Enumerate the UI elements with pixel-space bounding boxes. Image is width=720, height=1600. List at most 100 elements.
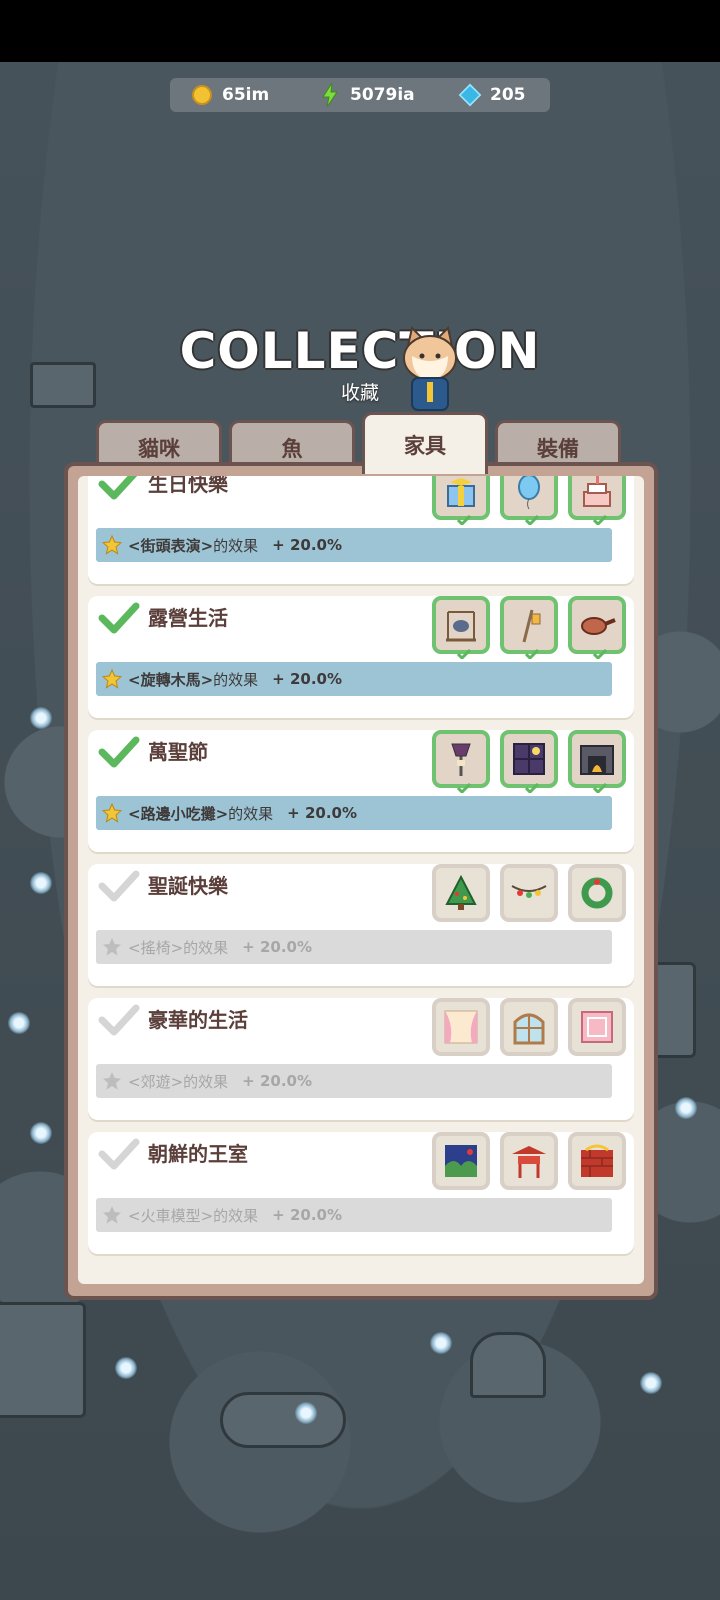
set-effect: <火車模型> 的效果 + 20.0% <box>96 1198 612 1232</box>
set-items <box>432 730 626 793</box>
gift-box-icon[interactable] <box>432 476 490 525</box>
set-items <box>432 1132 626 1190</box>
effect-bonus: + 20.0% <box>272 1206 342 1224</box>
set-name: 聖誕快樂 <box>148 874 228 898</box>
effect-suffix: 的效果 <box>213 1206 259 1225</box>
check-icon <box>98 602 140 634</box>
page-subtitle: 收藏 <box>340 382 379 404</box>
check-icon <box>98 476 138 500</box>
star-icon <box>103 938 121 956</box>
owned-check-icon <box>593 649 607 659</box>
effect-suffix: 的效果 <box>183 1072 229 1091</box>
lightning-icon <box>322 83 338 107</box>
christmas-tree-icon[interactable] <box>432 864 490 922</box>
set-card-camping[interactable]: 露營生活 <旋轉木馬> 的效果 + 20.0% <box>88 596 634 718</box>
effect-target: <火車模型> <box>128 1206 214 1225</box>
gem-value: 205 <box>490 85 526 105</box>
owned-check-icon <box>525 783 539 793</box>
star-icon <box>102 669 122 689</box>
balloon-icon[interactable] <box>500 476 558 525</box>
coin-counter: 65im <box>192 78 269 112</box>
star-icon <box>103 1206 121 1224</box>
street-lamp-icon[interactable] <box>432 730 490 793</box>
coin-icon <box>192 85 212 105</box>
gem-icon <box>458 83 482 107</box>
energy-counter: 5079ia <box>320 78 415 112</box>
set-items <box>432 596 626 659</box>
effect-suffix: 的效果 <box>183 938 229 957</box>
resource-bar: 65im 5079ia 205 <box>170 78 550 112</box>
check-icon <box>98 1138 140 1170</box>
birthday-cake-icon[interactable] <box>568 476 626 525</box>
effect-target: <郊遊> <box>128 1072 184 1091</box>
set-card-christmas[interactable]: 聖誕快樂 <搖椅> 的效果 + 20.0% <box>88 864 634 986</box>
set-items <box>432 998 626 1056</box>
tab-label: 裝備 <box>537 436 579 461</box>
arched-window-icon[interactable] <box>500 998 558 1056</box>
set-name: 露營生活 <box>148 606 228 630</box>
owned-check-icon <box>525 649 539 659</box>
set-name: 朝鮮的王室 <box>148 1142 248 1166</box>
wreath-icon[interactable] <box>568 864 626 922</box>
set-effect: <搖椅> 的效果 + 20.0% <box>96 930 612 964</box>
set-effect: <旋轉木馬> 的效果 + 20.0% <box>96 662 612 696</box>
set-items <box>432 476 626 525</box>
effect-suffix: 的效果 <box>213 536 259 555</box>
frying-pan-icon[interactable] <box>568 596 626 659</box>
effect-target: <搖椅> <box>128 938 184 957</box>
set-card-luxury[interactable]: 豪華的生活 <郊遊> 的效果 + 20.0% <box>88 998 634 1120</box>
set-card-birthday[interactable]: 生日快樂 <街頭表演> 的效果 + 20.0% <box>88 476 634 584</box>
coin-value: 65im <box>222 85 270 105</box>
effect-target: <路邊小吃攤> <box>128 804 229 823</box>
star-icon <box>102 803 122 823</box>
owned-check-icon <box>457 515 471 525</box>
set-name: 萬聖節 <box>148 740 208 764</box>
owned-check-icon <box>593 515 607 525</box>
set-card-halloween[interactable]: 萬聖節 <路邊小吃攤> 的效果 + 20.0% <box>88 730 634 852</box>
effect-bonus: + 20.0% <box>242 1072 312 1090</box>
effect-target: <旋轉木馬> <box>128 670 214 689</box>
pink-rug-icon[interactable] <box>568 998 626 1056</box>
lantern-pole-icon[interactable] <box>500 596 558 659</box>
campfire-pot-icon[interactable] <box>432 596 490 659</box>
cat-mascot-icon <box>403 326 457 411</box>
string-lights-icon[interactable] <box>500 864 558 922</box>
owned-check-icon <box>525 515 539 525</box>
tab-label: 魚 <box>281 436 303 461</box>
effect-bonus: + 20.0% <box>242 938 312 956</box>
star-icon <box>103 1072 121 1090</box>
star-icon <box>102 535 122 555</box>
set-name: 生日快樂 <box>148 476 228 496</box>
curtain-icon[interactable] <box>432 998 490 1056</box>
set-effect: <路邊小吃攤> 的效果 + 20.0% <box>96 796 612 830</box>
set-effect: <郊遊> 的效果 + 20.0% <box>96 1064 612 1098</box>
set-name: 豪華的生活 <box>148 1008 248 1032</box>
pavilion-icon[interactable] <box>500 1132 558 1190</box>
collection-list[interactable]: 生日快樂 <街頭表演> 的效果 + 20.0% 露營生活 <旋轉木馬> 的效果 + … <box>78 476 644 1284</box>
set-effect: <街頭表演> 的效果 + 20.0% <box>96 528 612 562</box>
tab-furniture[interactable]: 家具 <box>362 412 488 474</box>
fireplace-icon[interactable] <box>568 730 626 793</box>
effect-bonus: + 20.0% <box>272 670 342 688</box>
tab-label: 家具 <box>404 433 446 458</box>
set-card-joseon[interactable]: 朝鮮的王室 <火車模型> 的效果 + 20.0% <box>88 1132 634 1254</box>
effect-target: <街頭表演> <box>128 536 214 555</box>
effect-bonus: + 20.0% <box>272 536 342 554</box>
check-icon <box>98 1004 140 1036</box>
effect-suffix: 的效果 <box>228 804 274 823</box>
set-items <box>432 864 626 922</box>
tab-label: 貓咪 <box>138 436 180 461</box>
red-brick-wall-icon[interactable] <box>568 1132 626 1190</box>
energy-value: 5079ia <box>350 85 415 105</box>
check-icon <box>98 736 140 768</box>
folding-screen-icon[interactable] <box>432 1132 490 1190</box>
effect-suffix: 的效果 <box>213 670 259 689</box>
owned-check-icon <box>457 649 471 659</box>
gem-counter: 205 <box>458 78 526 112</box>
owned-check-icon <box>593 783 607 793</box>
status-bar <box>0 0 720 62</box>
page-title: COLLECTION <box>179 322 541 380</box>
haunted-window-icon[interactable] <box>500 730 558 793</box>
check-icon <box>98 870 140 902</box>
owned-check-icon <box>457 783 471 793</box>
